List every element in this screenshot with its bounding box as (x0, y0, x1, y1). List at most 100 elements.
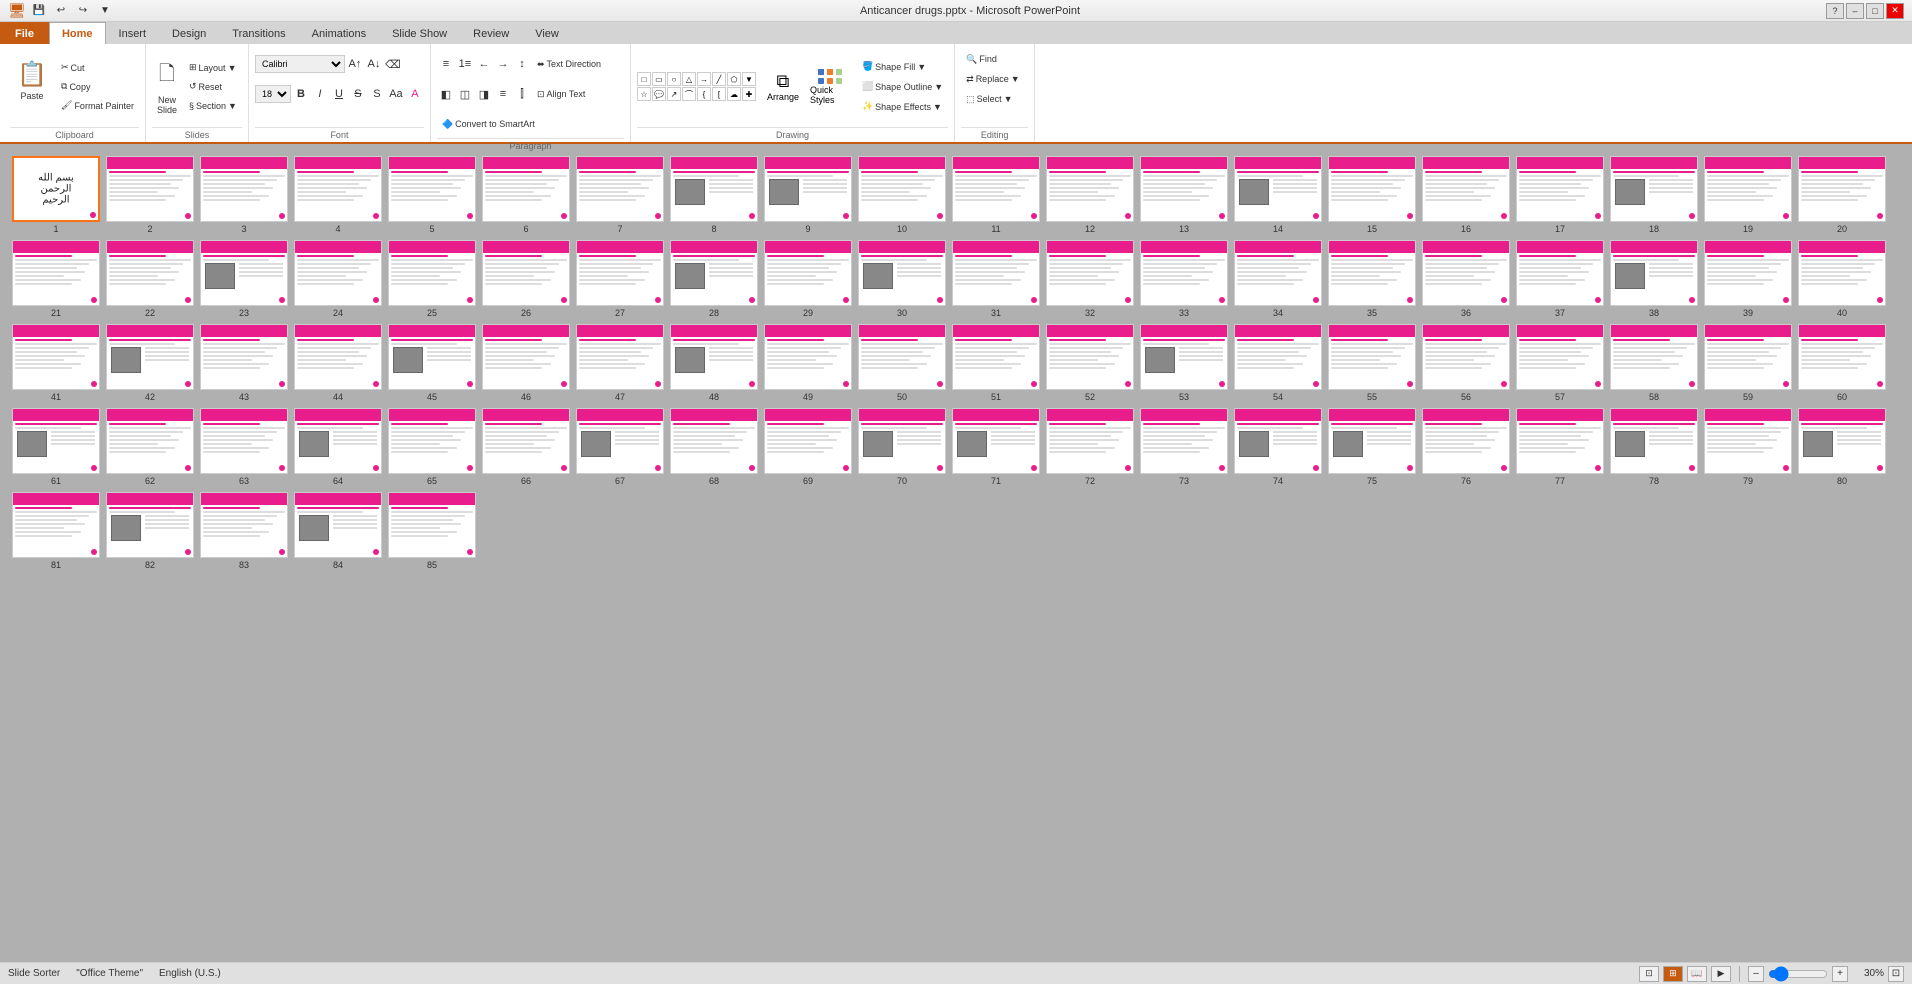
undo-qat-btn[interactable]: ↩ (52, 2, 70, 20)
italic-button[interactable]: I (311, 85, 329, 103)
slide-thumb-72[interactable]: 72 (1046, 408, 1134, 486)
slide-thumb-13[interactable]: 13 (1140, 156, 1228, 234)
slide-thumb-14[interactable]: 14 (1234, 156, 1322, 234)
slide-thumb-18[interactable]: 18 (1610, 156, 1698, 234)
slide-thumb-48[interactable]: 48 (670, 324, 758, 402)
strikethrough-button[interactable]: S (349, 85, 367, 103)
tab-insert[interactable]: Insert (106, 22, 160, 44)
font-name-selector[interactable]: Calibri (255, 55, 345, 73)
slide-thumb-82[interactable]: 82 (106, 492, 194, 570)
shape-bracket[interactable]: [ (712, 87, 726, 101)
slide-thumb-17[interactable]: 17 (1516, 156, 1604, 234)
shape-rect[interactable]: □ (637, 72, 651, 86)
tab-home[interactable]: Home (49, 22, 106, 44)
tab-slideshow[interactable]: Slide Show (379, 22, 460, 44)
zoom-in-btn[interactable]: + (1832, 966, 1848, 982)
clear-format-btn[interactable]: ⌫ (384, 55, 402, 73)
slide-thumb-43[interactable]: 43 (200, 324, 288, 402)
align-center-button[interactable]: ◫ (456, 85, 474, 103)
tab-file[interactable]: File (0, 22, 49, 44)
font-color-button[interactable]: A (406, 85, 424, 103)
close-btn[interactable]: ✕ (1886, 3, 1904, 19)
slide-thumb-73[interactable]: 73 (1140, 408, 1228, 486)
slide-thumb-11[interactable]: 11 (952, 156, 1040, 234)
slide-thumb-29[interactable]: 29 (764, 240, 852, 318)
slide-sorter-btn[interactable]: ⊞ (1663, 966, 1683, 982)
slide-thumb-77[interactable]: 77 (1516, 408, 1604, 486)
slide-thumb-79[interactable]: 79 (1704, 408, 1792, 486)
decrease-indent-button[interactable]: ← (475, 55, 493, 73)
slide-thumb-38[interactable]: 38 (1610, 240, 1698, 318)
slide-thumb-46[interactable]: 46 (482, 324, 570, 402)
change-case-button[interactable]: Aa (387, 85, 405, 103)
line-spacing-button[interactable]: ↕ (513, 55, 531, 73)
justify-button[interactable]: ≡ (494, 85, 512, 103)
zoom-slider[interactable] (1768, 968, 1828, 980)
shape-star[interactable]: ☆ (637, 87, 651, 101)
slide-thumb-31[interactable]: 31 (952, 240, 1040, 318)
text-direction-button[interactable]: ⬌ Text Direction (532, 55, 606, 73)
reading-view-btn[interactable]: 📖 (1687, 966, 1707, 982)
slide-thumb-5[interactable]: 5 (388, 156, 476, 234)
slide-thumb-69[interactable]: 69 (764, 408, 852, 486)
shape-more[interactable]: ▼ (742, 72, 756, 86)
slide-thumb-45[interactable]: 45 (388, 324, 476, 402)
slide-thumb-62[interactable]: 62 (106, 408, 194, 486)
font-size-selector[interactable]: 18 (255, 85, 291, 103)
slide-thumb-15[interactable]: 15 (1328, 156, 1416, 234)
slide-thumb-76[interactable]: 76 (1422, 408, 1510, 486)
slide-thumb-74[interactable]: 74 (1234, 408, 1322, 486)
slide-thumb-57[interactable]: 57 (1516, 324, 1604, 402)
slide-thumb-8[interactable]: 8 (670, 156, 758, 234)
slide-thumb-67[interactable]: 67 (576, 408, 664, 486)
slide-thumb-16[interactable]: 16 (1422, 156, 1510, 234)
slide-thumb-12[interactable]: 12 (1046, 156, 1134, 234)
quick-styles-button[interactable]: Quick Styles (809, 59, 853, 115)
slide-thumb-50[interactable]: 50 (858, 324, 946, 402)
shape-curve[interactable]: ⌒ (682, 87, 696, 101)
slide-thumb-1[interactable]: بسم الله الرحمن الرحيم 1 (12, 156, 100, 234)
shape-oval[interactable]: ○ (667, 72, 681, 86)
shape-line[interactable]: ╱ (712, 72, 726, 86)
slide-thumb-44[interactable]: 44 (294, 324, 382, 402)
slide-thumb-32[interactable]: 32 (1046, 240, 1134, 318)
slide-sorter-label[interactable]: Slide Sorter (8, 968, 60, 979)
find-button[interactable]: 🔍 Find (961, 50, 1002, 68)
slide-thumb-19[interactable]: 19 (1704, 156, 1792, 234)
slide-thumb-81[interactable]: 81 (12, 492, 100, 570)
slide-thumb-63[interactable]: 63 (200, 408, 288, 486)
shape-triangle[interactable]: △ (682, 72, 696, 86)
minimize-btn[interactable]: – (1846, 3, 1864, 19)
cols-button[interactable]: ⫿ (513, 85, 531, 103)
tab-review[interactable]: Review (460, 22, 522, 44)
slide-thumb-54[interactable]: 54 (1234, 324, 1322, 402)
slide-thumb-42[interactable]: 42 (106, 324, 194, 402)
slide-thumb-58[interactable]: 58 (1610, 324, 1698, 402)
slide-thumb-75[interactable]: 75 (1328, 408, 1416, 486)
arrange-button[interactable]: ⧉ Arrange (761, 59, 805, 115)
numbering-button[interactable]: 1≡ (456, 55, 474, 73)
slide-thumb-47[interactable]: 47 (576, 324, 664, 402)
shape-arrow[interactable]: → (697, 72, 711, 86)
slide-thumb-71[interactable]: 71 (952, 408, 1040, 486)
bullets-button[interactable]: ≡ (437, 55, 455, 73)
tab-design[interactable]: Design (159, 22, 219, 44)
cut-button[interactable]: ✂ Cut (56, 59, 139, 77)
shape-brace[interactable]: { (697, 87, 711, 101)
slide-thumb-78[interactable]: 78 (1610, 408, 1698, 486)
shape-effects-button[interactable]: ✨ Shape Effects▼ (857, 98, 948, 116)
slide-thumb-85[interactable]: 85 (388, 492, 476, 570)
shape-cross[interactable]: ✚ (742, 87, 756, 101)
fit-window-btn[interactable]: ⊡ (1888, 966, 1904, 982)
slide-thumb-34[interactable]: 34 (1234, 240, 1322, 318)
slide-thumb-66[interactable]: 66 (482, 408, 570, 486)
slide-thumb-4[interactable]: 4 (294, 156, 382, 234)
slide-thumb-41[interactable]: 41 (12, 324, 100, 402)
slide-thumb-7[interactable]: 7 (576, 156, 664, 234)
copy-button[interactable]: ⧉ Copy (56, 78, 139, 96)
slide-thumb-68[interactable]: 68 (670, 408, 758, 486)
slide-thumb-80[interactable]: 80 (1798, 408, 1886, 486)
shape-bend-arrow[interactable]: ↗ (667, 87, 681, 101)
paste-button[interactable]: 📋 Paste (10, 46, 54, 114)
slide-thumb-56[interactable]: 56 (1422, 324, 1510, 402)
